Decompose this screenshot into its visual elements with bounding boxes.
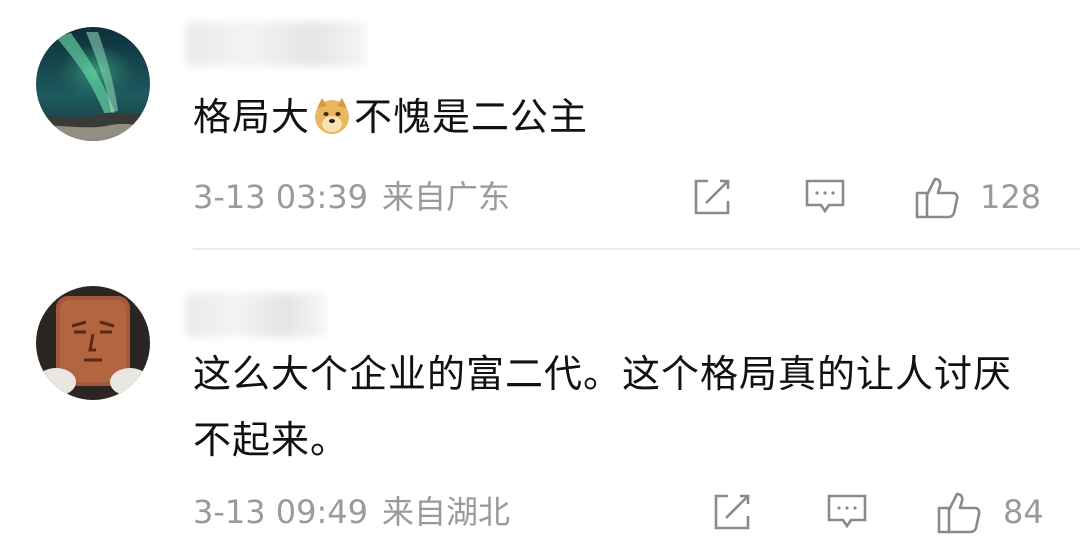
username-blurred[interactable] xyxy=(186,22,366,66)
comment-meta: 3-13 09:49 来自湖北 xyxy=(193,492,510,532)
like-count: 128 xyxy=(980,178,1042,216)
share-edit-icon[interactable] xyxy=(710,490,754,534)
comment-bubble-icon[interactable] xyxy=(825,490,869,534)
comment-text: 这么大个企业的富二代。这个格局真的让人讨厌不起来。 xyxy=(193,352,1013,462)
comment-text-part: 不愧是二公主 xyxy=(354,95,589,139)
location: 来自广东 xyxy=(382,178,511,216)
timestamp: 3-13 03:39 xyxy=(193,178,369,216)
thumbs-up-icon[interactable] xyxy=(913,173,959,219)
comment-text: 格局大 不愧是二公主 xyxy=(193,84,588,150)
comment-item: 格局大 不愧是二公主 3-13 03:39 来自广东 128 xyxy=(0,0,1080,250)
like-count: 84 xyxy=(1003,493,1044,531)
avatar[interactable] xyxy=(36,27,150,141)
comment-item: 这么大个企业的富二代。这个格局真的让人讨厌不起来。 3-13 09:49 来自湖北… xyxy=(0,251,1080,541)
timestamp: 3-13 09:49 xyxy=(193,493,369,531)
divider xyxy=(193,248,1080,250)
comment-text-part: 格局大 xyxy=(193,95,311,139)
username-blurred[interactable] xyxy=(186,293,326,337)
comment-meta: 3-13 03:39 来自广东 xyxy=(193,177,510,217)
comment-bubble-icon[interactable] xyxy=(803,175,847,219)
thumbs-up-icon[interactable] xyxy=(935,488,981,534)
avatar[interactable] xyxy=(36,286,150,400)
doge-emoji-icon xyxy=(312,90,352,134)
location: 来自湖北 xyxy=(382,493,511,531)
share-edit-icon[interactable] xyxy=(690,175,734,219)
